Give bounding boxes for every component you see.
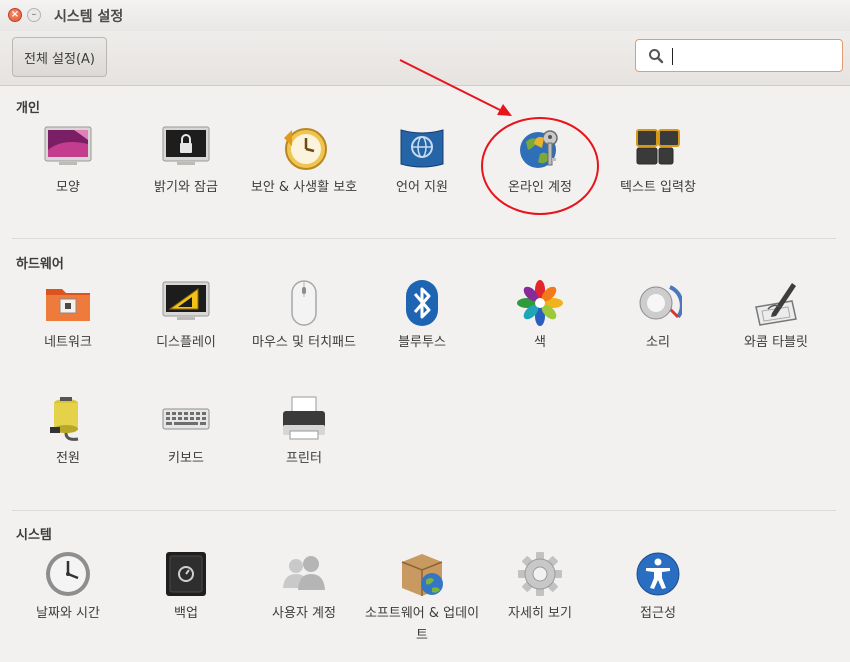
settings-item-wacom-tablet[interactable]: 와콤 타블릿 <box>717 279 835 354</box>
close-icon[interactable]: × <box>8 8 22 22</box>
language-support-icon <box>400 129 444 168</box>
settings-item-online-accounts[interactable]: 온라인 계정 <box>481 124 599 199</box>
settings-item-label: 키보드 <box>168 451 204 466</box>
power-icon <box>50 397 79 441</box>
search-box[interactable] <box>635 39 843 72</box>
sound-icon <box>639 285 682 320</box>
settings-item-label: 프린터 <box>286 451 322 466</box>
settings-item-label: 백업 <box>174 606 198 621</box>
settings-item-color[interactable]: 색 <box>481 279 599 354</box>
settings-item-network[interactable]: 네트워크 <box>9 279 127 354</box>
settings-item-details[interactable]: 자세히 보기 <box>481 550 599 625</box>
settings-item-label: 텍스트 입력창 <box>620 180 696 195</box>
network-icon <box>46 289 90 321</box>
settings-item-keyboard[interactable]: 키보드 <box>127 395 245 470</box>
settings-item-date-time[interactable]: 날짜와 시간 <box>9 550 127 625</box>
details-gear-icon <box>518 552 562 596</box>
settings-item-label: 디스플레이 <box>156 335 216 350</box>
clock-icon <box>46 552 90 596</box>
settings-item-software-updates[interactable]: 소프트웨어 & 업데이트 <box>363 550 481 647</box>
settings-item-label: 온라인 계정 <box>508 180 572 195</box>
security-privacy-icon <box>284 128 327 170</box>
settings-item-appearance[interactable]: 모양 <box>9 124 127 199</box>
backup-safe-icon <box>166 552 206 596</box>
settings-item-bluetooth[interactable]: 블루투스 <box>363 279 481 354</box>
window-titlebar: × – 시스템 설정 <box>0 0 850 32</box>
settings-item-label: 소프트웨어 & 업데이트 <box>364 606 480 643</box>
online-accounts-icon <box>520 130 558 168</box>
section-title-hardware: 하드웨어 <box>16 257 64 272</box>
settings-item-sound[interactable]: 소리 <box>599 279 717 354</box>
settings-item-label: 색 <box>534 335 546 350</box>
settings-item-label: 접근성 <box>640 606 676 621</box>
settings-item-user-accounts[interactable]: 사용자 계정 <box>245 550 363 625</box>
brightness-lock-icon <box>162 126 210 165</box>
settings-item-label: 사용자 계정 <box>272 606 336 621</box>
settings-item-label: 마우스 및 터치패드 <box>252 335 356 350</box>
user-accounts-icon <box>283 556 325 590</box>
wacom-tablet-icon <box>755 283 797 326</box>
settings-item-label: 언어 지원 <box>396 180 448 195</box>
settings-item-language-support[interactable]: 언어 지원 <box>363 124 481 199</box>
section-title-personal: 개인 <box>16 101 40 116</box>
settings-item-backup[interactable]: 백업 <box>127 550 245 625</box>
section-divider <box>12 510 836 511</box>
settings-item-label: 날짜와 시간 <box>36 606 100 621</box>
search-input[interactable] <box>668 44 840 70</box>
settings-item-brightness-lock[interactable]: 밝기와 잠금 <box>127 124 245 199</box>
window-title: 시스템 설정 <box>54 9 124 25</box>
settings-item-text-entry[interactable]: 텍스트 입력창 <box>599 124 717 199</box>
settings-item-accessibility[interactable]: 접근성 <box>599 550 717 625</box>
settings-item-label: 모양 <box>56 180 80 195</box>
settings-item-label: 보안 & 사생활 보호 <box>250 180 358 195</box>
settings-item-label: 소리 <box>646 335 670 350</box>
settings-item-printer[interactable]: 프린터 <box>245 395 363 470</box>
section-title-system: 시스템 <box>16 528 52 543</box>
toolbar: 전체 설정(A) <box>0 31 850 86</box>
text-entry-icon <box>636 129 680 165</box>
text-caret <box>672 48 673 65</box>
all-settings-button[interactable]: 전체 설정(A) <box>12 37 107 77</box>
settings-item-label: 와콤 타블릿 <box>744 335 808 350</box>
settings-item-display[interactable]: 디스플레이 <box>127 279 245 354</box>
settings-item-mouse-touchpad[interactable]: 마우스 및 터치패드 <box>245 279 363 354</box>
accessibility-icon <box>636 552 680 596</box>
mouse-touchpad-icon <box>291 280 317 326</box>
appearance-icon <box>44 126 92 165</box>
settings-content: 개인 모양 밝기와 잠금 보안 & 사생활 보호 언어 지원 온라인 계정 텍스… <box>0 86 850 662</box>
display-icon <box>162 281 210 320</box>
color-icon <box>517 280 563 326</box>
settings-item-label: 자세히 보기 <box>508 606 572 621</box>
settings-item-security-privacy[interactable]: 보안 & 사생활 보호 <box>245 124 363 199</box>
settings-item-power[interactable]: 전원 <box>9 395 127 470</box>
minimize-icon[interactable]: – <box>27 8 41 22</box>
keyboard-icon <box>162 408 210 430</box>
software-updates-icon <box>401 554 443 596</box>
bluetooth-icon <box>406 280 438 326</box>
settings-item-label: 블루투스 <box>398 335 446 350</box>
settings-item-label: 전원 <box>56 451 80 466</box>
section-divider <box>12 238 836 239</box>
settings-item-label: 밝기와 잠금 <box>154 180 218 195</box>
settings-item-label: 네트워크 <box>44 335 92 350</box>
printer-icon <box>283 396 325 440</box>
search-icon <box>649 49 664 64</box>
